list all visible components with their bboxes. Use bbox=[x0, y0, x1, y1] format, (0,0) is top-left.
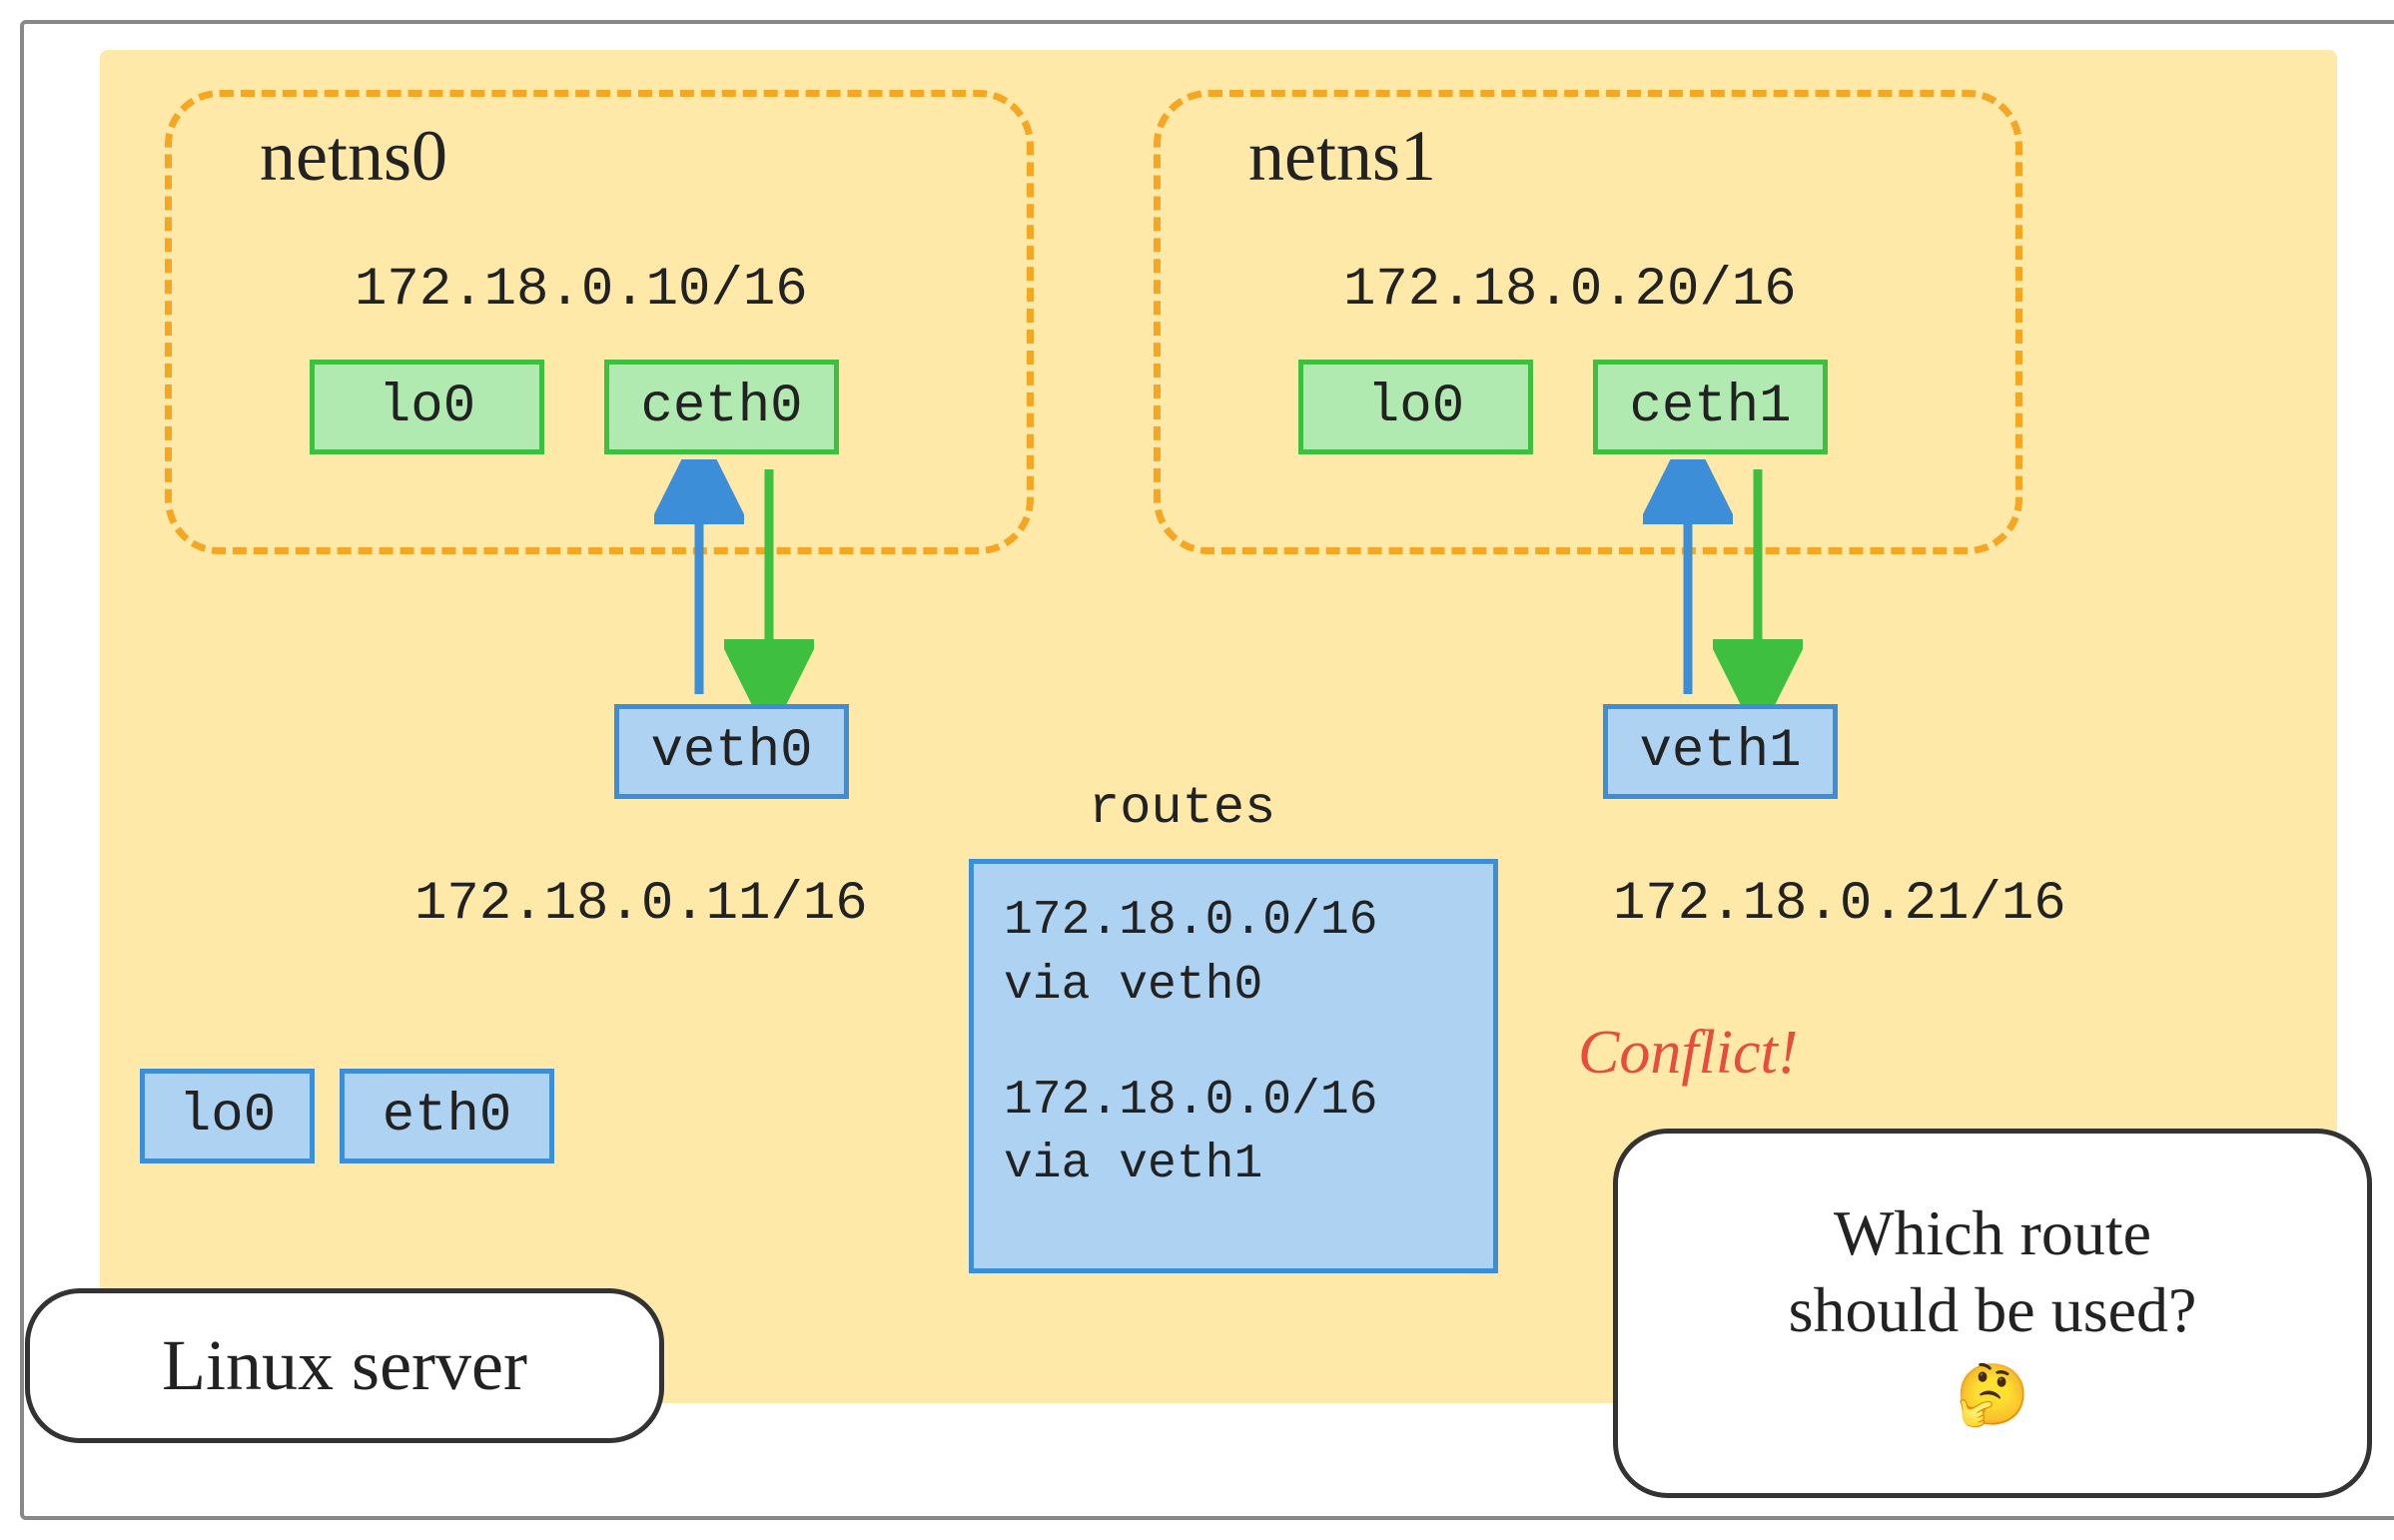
conflict-annotation: Conflict! bbox=[1578, 1018, 1798, 1089]
spacer bbox=[1004, 1019, 1463, 1069]
veth1-interface: veth1 bbox=[1603, 704, 1838, 799]
veth1-ip: 172.18.0.21/16 bbox=[1613, 874, 2066, 935]
veth0-ip: 172.18.0.11/16 bbox=[414, 874, 868, 935]
netns1-lo0-interface: lo0 bbox=[1298, 360, 1533, 454]
netns0-label: netns0 bbox=[260, 115, 447, 198]
diagram-canvas: netns0 172.18.0.10/16 lo0 ceth0 netns1 1… bbox=[20, 20, 2394, 1520]
question-bubble: Which route should be used? 🤔 bbox=[1613, 1129, 2372, 1498]
linux-server-label-bubble: Linux server bbox=[25, 1288, 664, 1443]
netns1-label: netns1 bbox=[1248, 115, 1436, 198]
route-entry-1-cidr: 172.18.0.0/16 bbox=[1004, 889, 1463, 954]
route-entry-2-via: via veth1 bbox=[1004, 1133, 1463, 1197]
route-entry-1-via: via veth0 bbox=[1004, 954, 1463, 1019]
host-lo0-interface: lo0 bbox=[140, 1069, 315, 1163]
veth0-interface: veth0 bbox=[614, 704, 849, 799]
route-entry-2-cidr: 172.18.0.0/16 bbox=[1004, 1069, 1463, 1134]
linux-server-label: Linux server bbox=[162, 1322, 527, 1408]
ceth0-ip: 172.18.0.10/16 bbox=[355, 260, 808, 321]
question-line-1: Which route bbox=[1834, 1195, 2151, 1272]
netns0-lo0-interface: lo0 bbox=[310, 360, 544, 454]
ceth0-interface: ceth0 bbox=[604, 360, 839, 454]
ceth1-ip: 172.18.0.20/16 bbox=[1343, 260, 1797, 321]
thinking-emoji-icon: 🤔 bbox=[1956, 1359, 2030, 1431]
host-eth0-interface: eth0 bbox=[340, 1069, 554, 1163]
routes-box: 172.18.0.0/16 via veth0 172.18.0.0/16 vi… bbox=[969, 859, 1498, 1273]
routes-title: routes bbox=[1089, 779, 1275, 838]
question-line-2: should be used? bbox=[1789, 1272, 2197, 1349]
ceth1-interface: ceth1 bbox=[1593, 360, 1828, 454]
